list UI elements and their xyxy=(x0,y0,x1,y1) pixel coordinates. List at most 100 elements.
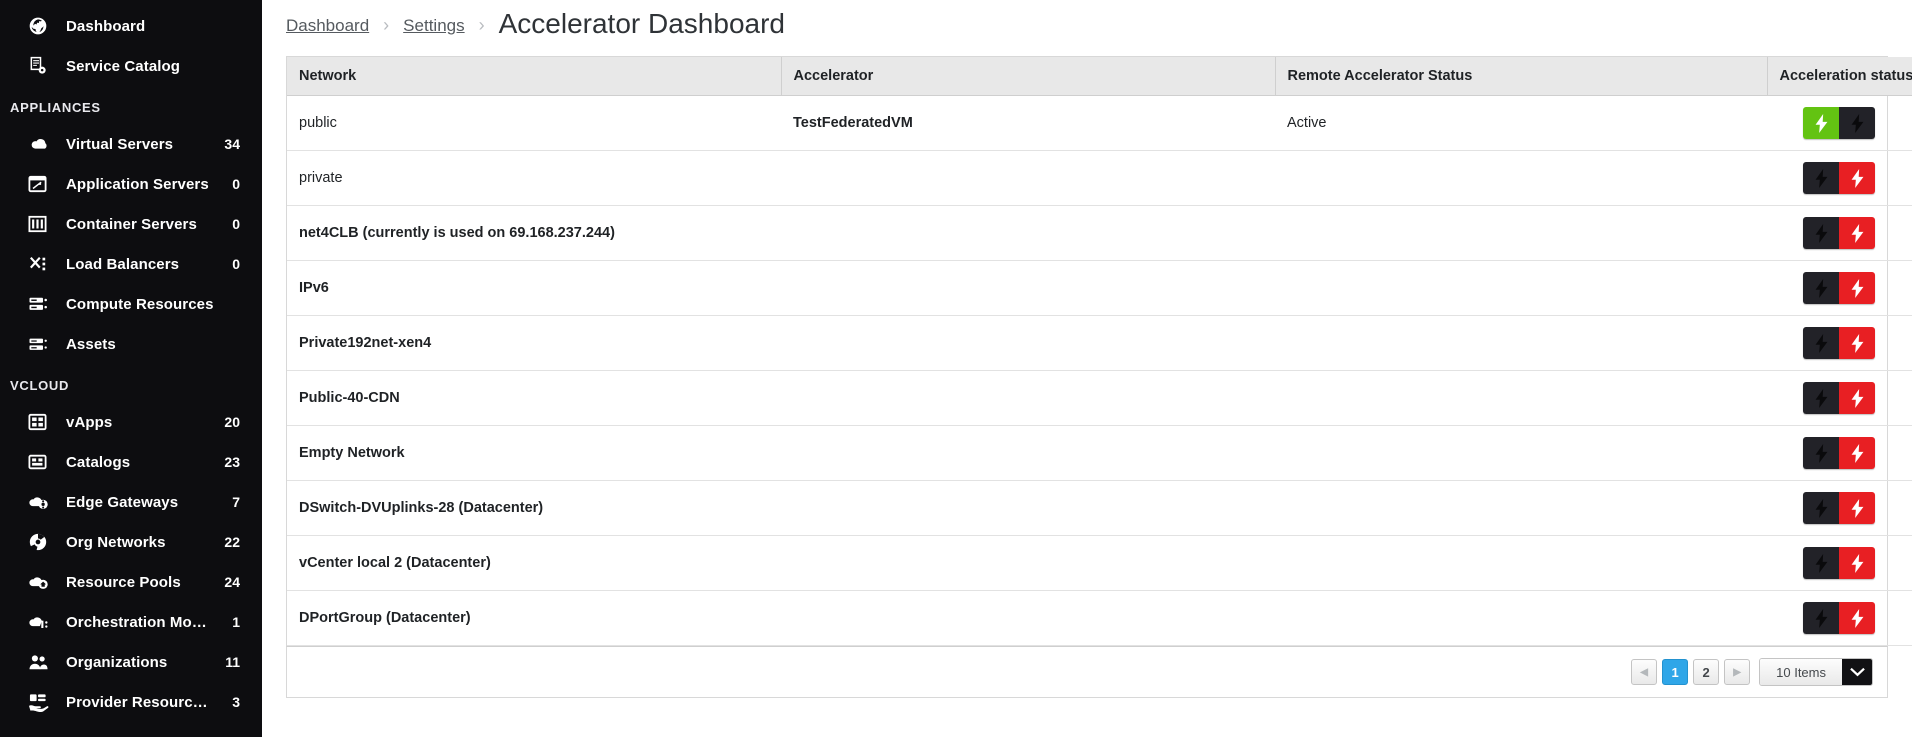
acceleration-toggle[interactable] xyxy=(1803,327,1875,359)
acceleration-toggle[interactable] xyxy=(1803,492,1875,524)
cell-network: Private192net-xen4 xyxy=(287,315,781,371)
cell-network: vCenter local 2 (Datacenter) xyxy=(287,535,781,591)
chevron-down-icon[interactable] xyxy=(1842,659,1872,685)
cell-acceleration-status xyxy=(1767,95,1912,151)
table-body: public TestFederatedVM Active private net4CL… xyxy=(287,95,1912,646)
main-content: Dashboard › Settings › Accelerator Dashb… xyxy=(262,0,1912,737)
globe-icon xyxy=(28,15,54,37)
sidebar-item-compute-resources[interactable]: Compute Resources xyxy=(0,284,262,324)
enable-acceleration-button[interactable] xyxy=(1803,327,1839,359)
sidebar-item-virtual-servers[interactable]: Virtual Servers 34 xyxy=(0,124,262,164)
window-icon xyxy=(28,173,54,195)
table-row[interactable]: public TestFederatedVM Active xyxy=(287,95,1912,151)
enable-acceleration-button[interactable] xyxy=(1803,107,1839,139)
disable-acceleration-button[interactable] xyxy=(1839,547,1875,579)
sidebar-item-count: 0 xyxy=(232,256,240,272)
disable-acceleration-button[interactable] xyxy=(1839,217,1875,249)
sidebar-item-label: Catalogs xyxy=(66,453,131,471)
server-rack-icon xyxy=(28,293,54,315)
enable-acceleration-button[interactable] xyxy=(1803,602,1839,634)
enable-acceleration-button[interactable] xyxy=(1803,382,1839,414)
pagination-page-1[interactable]: 1 xyxy=(1662,659,1689,685)
sidebar-item-provider-resource[interactable]: Provider Resource ... 3 xyxy=(0,682,262,722)
breadcrumb-link-dashboard[interactable]: Dashboard xyxy=(286,16,369,36)
sidebar-item-label: Assets xyxy=(66,335,116,353)
table-row[interactable]: Public-40-CDN xyxy=(287,370,1912,426)
column-header-network[interactable]: Network xyxy=(287,57,782,96)
sidebar-item-service-catalog[interactable]: Service Catalog xyxy=(0,46,262,86)
disable-acceleration-button[interactable] xyxy=(1839,107,1875,139)
cloud-info-icon xyxy=(28,611,54,633)
acceleration-toggle[interactable] xyxy=(1803,107,1875,139)
acceleration-toggle[interactable] xyxy=(1803,547,1875,579)
disable-acceleration-button[interactable] xyxy=(1839,162,1875,194)
disable-acceleration-button[interactable] xyxy=(1839,602,1875,634)
enable-acceleration-button[interactable] xyxy=(1803,272,1839,304)
cell-acceleration-status xyxy=(1767,205,1912,261)
column-header-accelerator[interactable]: Accelerator xyxy=(781,57,1276,96)
sidebar-item-count: 11 xyxy=(225,654,240,670)
sidebar-item-vapps[interactable]: vApps 20 xyxy=(0,402,262,442)
sidebar-item-resource-pools[interactable]: Resource Pools 24 xyxy=(0,562,262,602)
sidebar-item-orchestration-models[interactable]: Orchestration Models 1 xyxy=(0,602,262,642)
enable-acceleration-button[interactable] xyxy=(1803,492,1839,524)
sidebar-item-catalogs[interactable]: Catalogs 23 xyxy=(0,442,262,482)
enable-acceleration-button[interactable] xyxy=(1803,547,1839,579)
table-row[interactable]: Private192net-xen4 xyxy=(287,315,1912,371)
cell-network: net4CLB (currently is used on 69.168.237… xyxy=(287,205,781,261)
acceleration-toggle[interactable] xyxy=(1803,272,1875,304)
column-header-acceleration-status[interactable]: Acceleration status xyxy=(1767,57,1912,96)
sidebar-item-assets[interactable]: Assets xyxy=(0,324,262,364)
catalog-gear-icon xyxy=(28,55,54,77)
table-header: Network Accelerator Remote Accelerator S… xyxy=(287,57,1912,96)
disable-acceleration-button[interactable] xyxy=(1839,272,1875,304)
disable-acceleration-button[interactable] xyxy=(1839,492,1875,524)
cell-accelerator: TestFederatedVM xyxy=(781,95,1275,151)
acceleration-toggle[interactable] xyxy=(1803,162,1875,194)
enable-acceleration-button[interactable] xyxy=(1803,217,1839,249)
column-header-remote-accelerator-status[interactable]: Remote Accelerator Status xyxy=(1275,57,1768,96)
disable-acceleration-button[interactable] xyxy=(1839,437,1875,469)
cell-acceleration-status xyxy=(1767,315,1912,371)
sidebar-item-count: 20 xyxy=(224,414,240,430)
table-row[interactable]: net4CLB (currently is used on 69.168.237… xyxy=(287,205,1912,261)
disable-acceleration-button[interactable] xyxy=(1839,327,1875,359)
table-row[interactable]: Empty Network xyxy=(287,425,1912,481)
cell-remote-accelerator-status xyxy=(1275,480,1767,536)
items-per-page-select[interactable]: 10 Items xyxy=(1759,658,1873,686)
sidebar-item-load-balancers[interactable]: Load Balancers 0 xyxy=(0,244,262,284)
breadcrumb-link-settings[interactable]: Settings xyxy=(403,16,464,36)
table-row[interactable]: DSwitch-DVUplinks-28 (Datacenter) xyxy=(287,480,1912,536)
acceleration-toggle[interactable] xyxy=(1803,437,1875,469)
cell-acceleration-status xyxy=(1767,480,1912,536)
cell-accelerator xyxy=(781,535,1275,591)
table-row[interactable]: private xyxy=(287,150,1912,206)
sidebar-item-org-networks[interactable]: Org Networks 22 xyxy=(0,522,262,562)
cell-accelerator xyxy=(781,370,1275,426)
sidebar-item-edge-gateways[interactable]: Edge Gateways 7 xyxy=(0,482,262,522)
sidebar-item-label: Load Balancers xyxy=(66,255,180,273)
disable-acceleration-button[interactable] xyxy=(1839,382,1875,414)
pagination-next-button[interactable]: ▶ xyxy=(1724,659,1751,685)
sidebar-item-application-servers[interactable]: Application Servers 0 xyxy=(0,164,262,204)
catalog-grid-icon xyxy=(28,451,54,473)
table-row[interactable]: vCenter local 2 (Datacenter) xyxy=(287,535,1912,591)
pagination-prev-button[interactable]: ◀ xyxy=(1631,659,1658,685)
acceleration-toggle[interactable] xyxy=(1803,602,1875,634)
cell-remote-accelerator-status xyxy=(1275,260,1767,316)
sidebar-item-label: Container Servers xyxy=(66,215,197,233)
acceleration-toggle[interactable] xyxy=(1803,217,1875,249)
cell-acceleration-status xyxy=(1767,535,1912,591)
sidebar-item-dashboard[interactable]: Dashboard xyxy=(0,6,262,46)
pagination-page-2[interactable]: 2 xyxy=(1693,659,1720,685)
table-row[interactable]: IPv6 xyxy=(287,260,1912,316)
sidebar-item-organizations[interactable]: Organizations 11 xyxy=(0,642,262,682)
cell-network: Empty Network xyxy=(287,425,781,481)
enable-acceleration-button[interactable] xyxy=(1803,437,1839,469)
table-row[interactable]: DPortGroup (Datacenter) xyxy=(287,590,1912,646)
sidebar-item-container-servers[interactable]: Container Servers 0 xyxy=(0,204,262,244)
enable-acceleration-button[interactable] xyxy=(1803,162,1839,194)
acceleration-toggle[interactable] xyxy=(1803,382,1875,414)
table-header-row: Network Accelerator Remote Accelerator S… xyxy=(287,57,1912,96)
cell-remote-accelerator-status xyxy=(1275,370,1767,426)
